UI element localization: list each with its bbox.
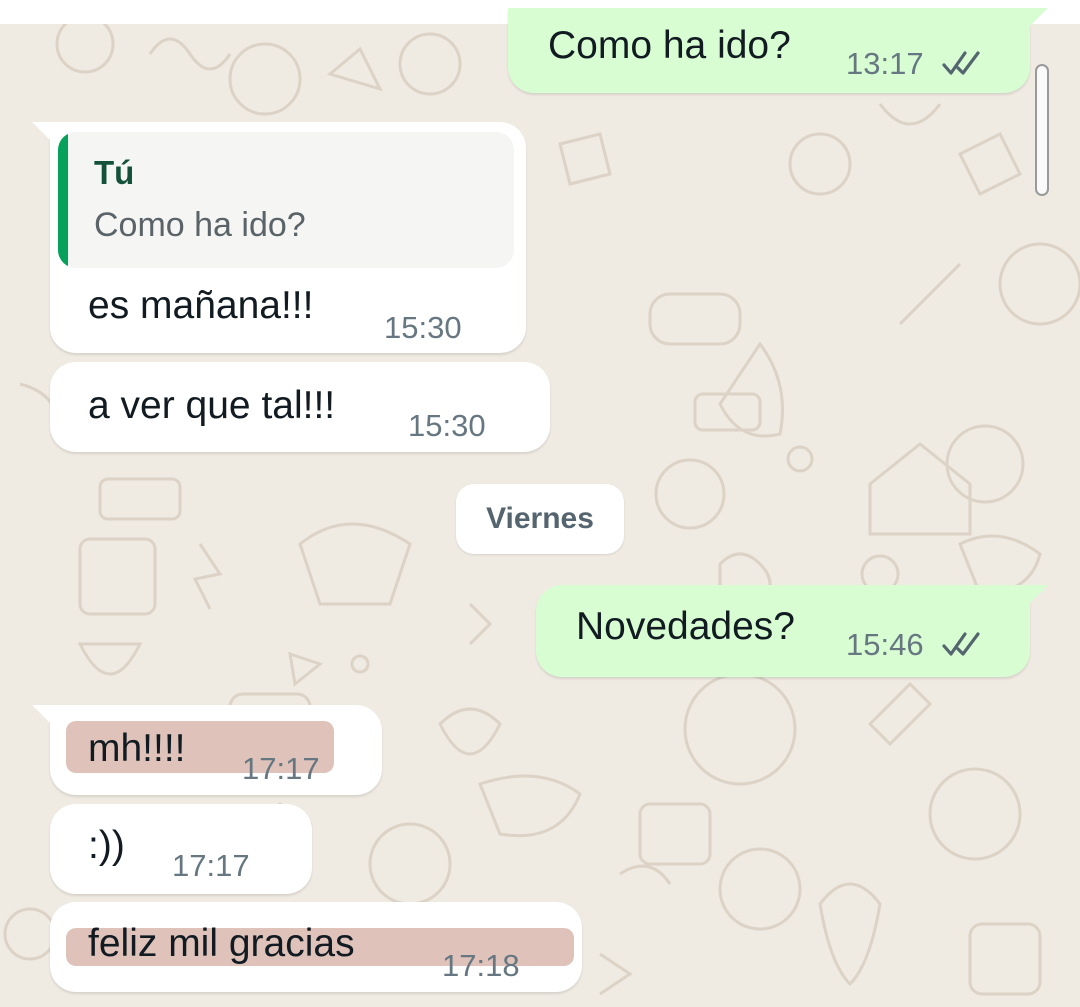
quoted-text: Como ha ido? [94, 206, 306, 244]
scrollbar-thumb[interactable] [1035, 64, 1049, 196]
message-bubble-incoming[interactable]: a ver que tal!!! 15:30 [50, 362, 550, 452]
message-text: mh!!!! [88, 727, 186, 770]
quoted-message[interactable]: Tú Como ha ido? [58, 132, 514, 268]
message-text: Novedades? [576, 605, 795, 648]
date-separator: Viernes [456, 484, 624, 554]
message-bubble-outgoing[interactable]: Novedades? 15:46 [536, 585, 1048, 677]
message-text: es mañana!!! [88, 284, 314, 327]
message-text: a ver que tal!!! [88, 384, 336, 427]
read-ticks-icon [942, 632, 980, 656]
message-bubble-incoming[interactable]: Tú Como ha ido? es mañana!!! 15:30 [32, 122, 526, 353]
message-text: feliz mil gracias [88, 922, 355, 965]
read-ticks-icon [942, 51, 980, 75]
message-time: 15:30 [408, 408, 486, 443]
quote-accent-bar [58, 132, 68, 268]
message-time: 17:17 [242, 751, 320, 786]
quoted-author: Tú [94, 154, 135, 191]
message-bubble-incoming[interactable]: feliz mil gracias 17:18 [50, 902, 582, 992]
message-time: 17:17 [172, 848, 250, 883]
message-bubble-incoming[interactable]: :)) 17:17 [50, 804, 312, 894]
message-list[interactable]: Como ha ido? 13:17 Tú Como ha ido? es ma… [0, 0, 1080, 1007]
message-bubble-outgoing[interactable]: Como ha ido? 13:17 [508, 8, 1048, 93]
message-text: :)) [88, 824, 125, 867]
message-time: 13:17 [846, 46, 924, 81]
message-time: 17:18 [442, 948, 520, 983]
message-time: 15:30 [384, 310, 462, 345]
message-time: 15:46 [846, 627, 924, 662]
message-text: Como ha ido? [548, 24, 791, 67]
message-bubble-incoming[interactable]: mh!!!! 17:17 [32, 705, 382, 795]
